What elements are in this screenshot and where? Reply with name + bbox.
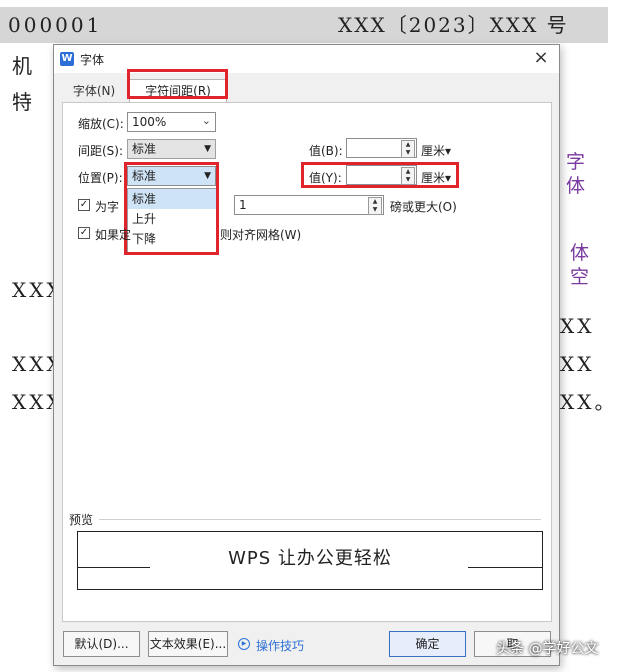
doc-purple-text-2: 体 空 [570,242,596,288]
spacing-label: 间距(S): [78,144,124,158]
spacing-value-label: 值(B): [309,144,343,158]
play-circle-icon: ▶ [238,638,250,650]
position-highlight-box [124,162,219,255]
scale-select[interactable]: 100% ⌄ [127,112,216,132]
kerning-suffix: 磅或更大(O) [390,200,457,214]
spacing-value-input[interactable]: ▲ ▼ [346,138,417,158]
scale-value: 100% [132,115,167,129]
ok-button[interactable]: 确定 [389,631,466,657]
grid-label: 如果定 [95,228,132,242]
spacing-unit-select[interactable]: 厘米▾ [421,142,451,159]
chevron-down-icon: ⌄ [201,114,211,127]
dialog-title: 字体 [80,53,105,67]
wps-app-icon: W [60,52,74,66]
spin-buttons-icon[interactable]: ▲ ▼ [401,140,415,158]
kerning-label: 为字 [95,200,120,214]
spin-buttons-icon[interactable]: ▲ ▼ [368,197,382,215]
dropdown-arrow-icon: ▼ [204,144,211,154]
kerning-input[interactable]: 1 ▲ ▼ [234,195,384,215]
preview-label: 预览 [69,513,94,527]
doc-text-te: 特 [12,90,35,114]
document-reference: XXX〔2023〕XXX 号 [338,13,569,37]
grid-suffix: 则对齐网格(W) [220,228,302,242]
doc-text-xx-3: XX。 [560,390,618,414]
kerning-value: 1 [239,198,247,212]
scale-label: 缩放(C): [78,117,124,131]
value-highlight-box [301,162,459,188]
kerning-checkbox[interactable]: ✓ [78,199,90,211]
watermark: 头条 @学好公文 [496,641,599,657]
preview-baseline-right [468,567,542,568]
document-header-band: 000001 XXX〔2023〕XXX 号 [0,7,608,43]
close-icon[interactable]: × [531,47,551,69]
default-button[interactable]: 默认(D)... [63,631,140,657]
preview-baseline-left [78,567,150,568]
position-label: 位置(P): [78,171,123,185]
preview-baseline [78,565,542,566]
preview-divider [99,519,541,520]
doc-text-ji: 机 [12,54,35,78]
doc-text-xx-1: XX [560,314,595,338]
grid-checkbox[interactable]: ✓ [78,227,90,239]
document-number: 000001 [8,13,103,37]
spacing-select[interactable]: 标准 ▼ [127,139,216,159]
spacing-unit: 厘米 [421,144,446,158]
tips-link[interactable]: 操作技巧 [256,637,304,654]
doc-purple-text-1: 字 体 [566,151,592,197]
text-effects-button[interactable]: 文本效果(E)... [148,631,228,657]
font-dialog: W 字体 × 字体(N) 字符间距(R) 缩放(C): 100% ⌄ 间距(S)… [53,44,560,666]
tab-font[interactable]: 字体(N) [62,79,126,103]
doc-text-xx-2: XX [560,352,595,376]
preview-box: WPS 让办公更轻松 [77,531,543,590]
tab-highlight-box [127,69,228,99]
spacing-value: 标准 [132,142,157,156]
